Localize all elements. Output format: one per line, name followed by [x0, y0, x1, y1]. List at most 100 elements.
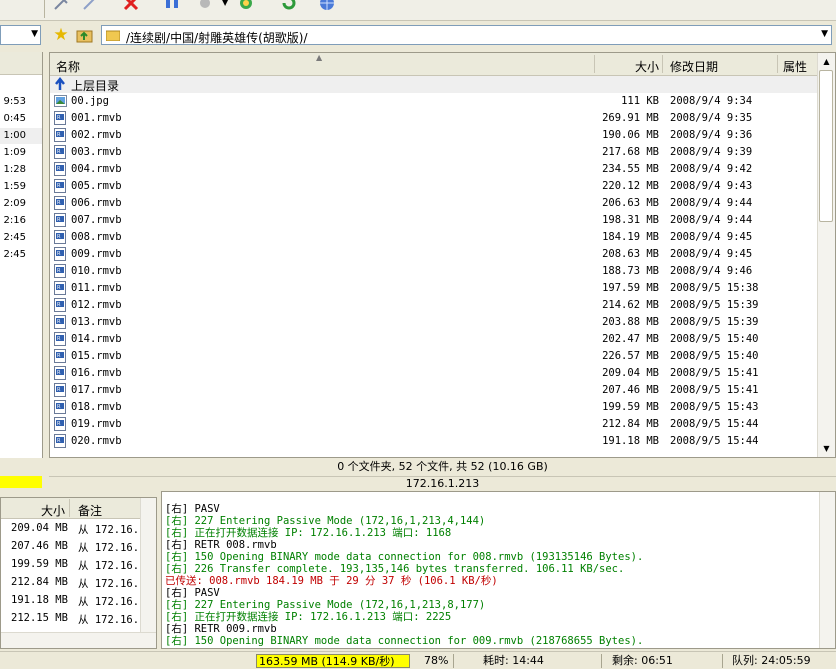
file-name: 003.rmvb — [71, 146, 122, 158]
media-file-icon: R — [54, 281, 67, 295]
log-vertical-scrollbar[interactable] — [819, 492, 835, 648]
file-row[interactable]: R 006.rmvb 206.63 MB 2008/9/4 9:44 — [50, 195, 817, 212]
file-row[interactable]: R 008.rmvb 184.19 MB 2008/9/4 9:45 — [50, 229, 817, 246]
scroll-down-icon[interactable]: ▼ — [818, 440, 835, 457]
file-row[interactable]: R 003.rmvb 217.68 MB 2008/9/4 9:39 — [50, 144, 817, 161]
connect-icon[interactable] — [52, 0, 70, 12]
file-row[interactable]: R 016.rmvb 209.04 MB 2008/9/5 15:41 — [50, 365, 817, 382]
local-path-combobox[interactable]: ▼ — [0, 25, 41, 45]
queue-row[interactable]: 212.15 MB 从 172.16. — [1, 610, 141, 628]
file-name: 011.rmvb — [71, 282, 122, 294]
file-size: 217.68 MB — [602, 146, 659, 158]
file-row[interactable]: 00.jpg 111 KB 2008/9/4 9:34 — [50, 93, 817, 110]
file-row[interactable]: R 017.rmvb 207.46 MB 2008/9/5 15:41 — [50, 382, 817, 399]
media-file-icon: R — [54, 247, 67, 261]
log-line: [右] 正在打开数据连接 IP: 172.16.1.213 端口: 2225 — [165, 611, 452, 623]
file-row[interactable]: R 004.rmvb 234.55 MB 2008/9/4 9:42 — [50, 161, 817, 178]
column-divider[interactable] — [662, 55, 663, 73]
file-name: 009.rmvb — [71, 248, 122, 260]
file-size: 206.63 MB — [602, 197, 659, 209]
svg-text:R: R — [57, 421, 61, 427]
media-file-icon: R — [54, 230, 67, 244]
queue-column-size[interactable]: 大小 — [41, 502, 65, 519]
queue-row[interactable]: 209.04 MB 从 172.16. — [1, 520, 141, 538]
file-row[interactable]: R 014.rmvb 202.47 MB 2008/9/5 15:40 — [50, 331, 817, 348]
queue-note: 从 172.16. — [78, 596, 140, 608]
file-date: 2008/9/5 15:44 — [670, 418, 759, 430]
queue-column-note[interactable]: 备注 — [78, 502, 102, 519]
parent-dir-row[interactable]: 上层目录 — [50, 76, 817, 93]
column-divider[interactable] — [777, 55, 778, 73]
log-pane[interactable]: [右] PASV [右] 227 Entering Passive Mode (1… — [161, 491, 836, 649]
scroll-thumb[interactable] — [819, 70, 833, 222]
file-size: 190.06 MB — [602, 129, 659, 141]
chevron-down-icon[interactable]: ▼ — [821, 29, 828, 39]
file-name: 015.rmvb — [71, 350, 122, 362]
file-row[interactable]: R 007.rmvb 198.31 MB 2008/9/4 9:44 — [50, 212, 817, 229]
sync-icon[interactable] — [237, 0, 255, 12]
file-row[interactable]: R 018.rmvb 199.59 MB 2008/9/5 15:43 — [50, 399, 817, 416]
file-date: 2008/9/4 9:42 — [670, 163, 753, 175]
refresh-icon[interactable] — [280, 0, 298, 12]
queue-row[interactable]: 199.59 MB 从 172.16. — [1, 556, 141, 574]
chevron-down-icon[interactable]: ▼ — [222, 0, 232, 16]
file-size: 197.59 MB — [602, 282, 659, 294]
local-file-pane[interactable]: 9:53 0:45 1:00 1:09 1:28 1:59 2:09 2:16 2:45 2:45 — [0, 52, 43, 458]
file-date: 2008/9/4 9:43 — [670, 180, 753, 192]
file-name: 018.rmvb — [71, 401, 122, 413]
queue-row[interactable]: 212.84 MB 从 172.16. — [1, 574, 141, 592]
file-size: 212.84 MB — [602, 418, 659, 430]
queue-vertical-scrollbar[interactable] — [140, 498, 156, 632]
sort-asc-icon: ▲ — [316, 53, 323, 62]
file-row[interactable]: R 020.rmvb 191.18 MB 2008/9/5 15:44 — [50, 433, 817, 450]
edit-icon[interactable] — [80, 0, 98, 12]
column-size[interactable]: 大小 — [635, 58, 659, 75]
local-file-time: 2:16 — [3, 215, 26, 226]
file-row[interactable]: R 009.rmvb 208.63 MB 2008/9/4 9:45 — [50, 246, 817, 263]
column-attributes[interactable]: 属性 — [783, 58, 807, 75]
queue-note: 从 172.16. — [78, 614, 140, 626]
queue-size: 209.04 MB — [11, 522, 68, 534]
column-divider[interactable] — [69, 499, 70, 517]
file-row[interactable]: R 013.rmvb 203.88 MB 2008/9/5 15:39 — [50, 314, 817, 331]
transfer-queue-pane[interactable]: 大小 备注 209.04 MB 从 172.16. 207.46 MB 从 172.1… — [0, 497, 157, 649]
file-row[interactable]: R 002.rmvb 190.06 MB 2008/9/4 9:36 — [50, 127, 817, 144]
file-size: 198.31 MB — [602, 214, 659, 226]
file-name: 017.rmvb — [71, 384, 122, 396]
local-column-header — [0, 52, 42, 75]
status-divider — [722, 654, 723, 668]
remote-path-combobox[interactable]: /连续剧/中国/射雕英雄传(胡歌版)/ ▼ — [101, 25, 832, 45]
remote-file-pane[interactable]: 名称 ▲ 大小 修改日期 属性 上层目录 00.jpg 111 KB 2008/9/… — [49, 52, 836, 458]
queue-icon[interactable] — [196, 0, 214, 12]
file-size: 226.57 MB — [602, 350, 659, 362]
media-file-icon: R — [54, 128, 67, 142]
queue-row[interactable]: 191.18 MB 从 172.16. — [1, 592, 141, 610]
queue-row[interactable]: 207.46 MB 从 172.16. — [1, 538, 141, 556]
file-date: 2008/9/4 9:46 — [670, 265, 753, 277]
pause-icon[interactable] — [163, 0, 181, 12]
local-file-time: 1:00 — [3, 130, 26, 141]
column-name[interactable]: 名称 — [56, 58, 80, 75]
transfer-percent: 78% — [424, 654, 449, 667]
file-row[interactable]: R 012.rmvb 214.62 MB 2008/9/5 15:39 — [50, 297, 817, 314]
file-name: 014.rmvb — [71, 333, 122, 345]
file-row[interactable]: R 019.rmvb 212.84 MB 2008/9/5 15:44 — [50, 416, 817, 433]
scroll-up-icon[interactable]: ▲ — [818, 53, 835, 70]
file-row[interactable]: R 015.rmvb 226.57 MB 2008/9/5 15:40 — [50, 348, 817, 365]
favorite-star-icon[interactable]: ★ — [52, 26, 70, 44]
column-divider[interactable] — [594, 55, 595, 73]
remaining-time: 剩余: 06:51 — [612, 654, 673, 667]
file-row[interactable]: R 005.rmvb 220.12 MB 2008/9/4 9:43 — [50, 178, 817, 195]
up-folder-icon[interactable] — [76, 27, 94, 43]
file-name: 010.rmvb — [71, 265, 122, 277]
file-name: 007.rmvb — [71, 214, 122, 226]
globe-icon[interactable] — [318, 0, 336, 12]
file-row[interactable]: R 010.rmvb 188.73 MB 2008/9/4 9:46 — [50, 263, 817, 280]
chevron-down-icon[interactable]: ▼ — [31, 29, 38, 39]
remote-vertical-scrollbar[interactable]: ▲ ▼ — [817, 53, 835, 457]
stop-icon[interactable] — [122, 0, 140, 12]
file-row[interactable]: R 001.rmvb 269.91 MB 2008/9/4 9:35 — [50, 110, 817, 127]
file-row[interactable]: R 011.rmvb 197.59 MB 2008/9/5 15:38 — [50, 280, 817, 297]
queue-horizontal-scrollbar[interactable] — [1, 632, 156, 648]
column-date[interactable]: 修改日期 — [670, 58, 718, 75]
